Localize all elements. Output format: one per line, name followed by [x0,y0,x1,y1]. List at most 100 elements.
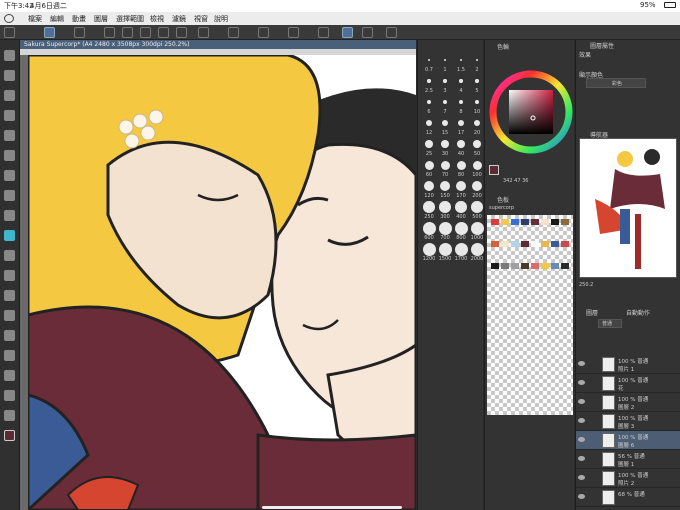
bucket-icon[interactable] [258,27,269,38]
brush-size-dot[interactable] [427,79,431,83]
brush-size-dot[interactable] [440,160,450,170]
menu-filter[interactable]: 濾鏡 [172,14,186,24]
wand-tool-icon[interactable] [4,130,15,141]
color-swatch[interactable] [541,263,549,269]
home-indicator-bar[interactable] [262,506,402,509]
brush-size-dot[interactable] [439,201,451,213]
pen-icon[interactable] [342,27,353,38]
color-swatch[interactable] [551,263,559,269]
brush-tool-icon[interactable] [44,27,55,38]
menu-layer[interactable]: 圖層 [94,14,108,24]
export-icon[interactable] [140,27,151,38]
brush-size-dot[interactable] [473,119,481,127]
color-swatch[interactable] [531,263,539,269]
brush-size-dot[interactable] [454,221,468,235]
stroke-icon[interactable] [362,27,373,38]
color-swatch[interactable] [491,241,499,247]
brush-size-dot[interactable] [439,180,451,192]
pen-tool-icon[interactable] [4,170,15,181]
move-tool-icon[interactable] [4,90,15,101]
eye-icon[interactable] [578,399,585,404]
color-swatch[interactable] [521,263,529,269]
menu-animation[interactable]: 動畫 [72,14,86,24]
brush-size-dot[interactable] [423,201,435,213]
brush-size-dot[interactable] [475,79,479,83]
brush-size-dot[interactable] [443,79,447,83]
brush-size-dot[interactable] [459,79,463,83]
eye-icon[interactable] [578,380,585,385]
eye-icon[interactable] [578,361,585,366]
brush-size-dot[interactable] [472,160,482,170]
color-swatch[interactable] [491,263,499,269]
brush-size-dot[interactable] [455,201,467,213]
airbrush-tool-icon[interactable] [4,230,15,241]
brush-size-dot[interactable] [442,99,448,105]
color-swatch[interactable] [501,263,509,269]
ruler-icon[interactable] [318,27,329,38]
eye-icon[interactable] [578,494,585,499]
brush-tool-icon[interactable] [4,210,15,221]
brush-size-dot[interactable] [470,221,484,235]
hand-tool-icon[interactable] [4,70,15,81]
eye-icon[interactable] [578,418,585,423]
menu-toggle-icon[interactable] [4,27,15,38]
current-color-swatch[interactable] [489,165,499,175]
brush-size-dot[interactable] [474,99,480,105]
figure-tool-icon[interactable] [4,350,15,361]
color-swatch[interactable] [551,241,559,247]
fill-icon[interactable] [122,27,133,38]
edit-icon[interactable] [386,27,397,38]
menu-view[interactable]: 檢視 [150,14,164,24]
brush-size-dot[interactable] [423,180,435,192]
eraser-tool-icon[interactable] [4,270,15,281]
gradient-tool-icon[interactable] [4,330,15,341]
brush-size-dot[interactable] [441,119,449,127]
brush-size-dot[interactable] [438,221,452,235]
menu-edit[interactable]: 編輯 [50,14,64,24]
eyedropper-tool-icon[interactable] [4,150,15,161]
brush-size-dot[interactable] [456,160,466,170]
color-set-grid[interactable] [487,215,573,415]
navigator-preview[interactable] [579,138,677,278]
lasso-tool-icon[interactable] [4,110,15,121]
blend-tool-icon[interactable] [4,290,15,301]
layer-row[interactable]: 56 % 普通 圖層 1 [576,450,680,469]
fill-tool-icon[interactable] [4,310,15,321]
color-wheel[interactable] [489,70,573,154]
color-swatch[interactable] [501,241,509,247]
brush-size-dot[interactable] [426,99,432,105]
brush-size-dot[interactable] [470,242,484,256]
brush-size-dot[interactable] [460,59,462,61]
brush-size-dot[interactable] [457,140,465,148]
brush-size-dot[interactable] [424,160,434,170]
pencil-tool-icon[interactable] [4,190,15,201]
redo-icon[interactable] [176,27,187,38]
layer-tab[interactable]: 圖層 [586,308,598,317]
color-set-name[interactable]: supercorp [489,205,514,211]
layer-icon[interactable] [198,27,209,38]
menu-help[interactable]: 說明 [214,14,228,24]
brush-size-dot[interactable] [428,59,430,61]
brush-size-dot[interactable] [455,180,467,192]
layer-row[interactable]: 100 % 普通花 [576,374,680,393]
color-swatch[interactable] [551,219,559,225]
balloon-tool-icon[interactable] [4,410,15,421]
color-swatch[interactable] [501,219,509,225]
brush-size-dot[interactable] [476,59,478,61]
brush-size-dot[interactable] [425,140,433,148]
drawing-canvas[interactable] [28,55,416,510]
layer-row[interactable]: 68 % 普通 [576,488,680,507]
menu-selection[interactable]: 選擇範圍 [116,14,144,24]
color-swatch[interactable] [511,263,519,269]
color-swatch[interactable] [521,219,529,225]
layer-row[interactable]: 100 % 普通 照片 2 [576,469,680,488]
decoration-tool-icon[interactable] [4,250,15,261]
brush-size-dot[interactable] [425,119,433,127]
navigator-zoom[interactable]: 250.2 [579,282,593,288]
layer-row[interactable]: 100 % 普通 照片 1 [576,355,680,374]
eraser-icon[interactable] [104,27,115,38]
color-swatch[interactable] [561,241,569,247]
brush-size-dot[interactable] [471,201,483,213]
color-swatch[interactable] [521,241,529,247]
brush-size-dot[interactable] [422,242,436,256]
